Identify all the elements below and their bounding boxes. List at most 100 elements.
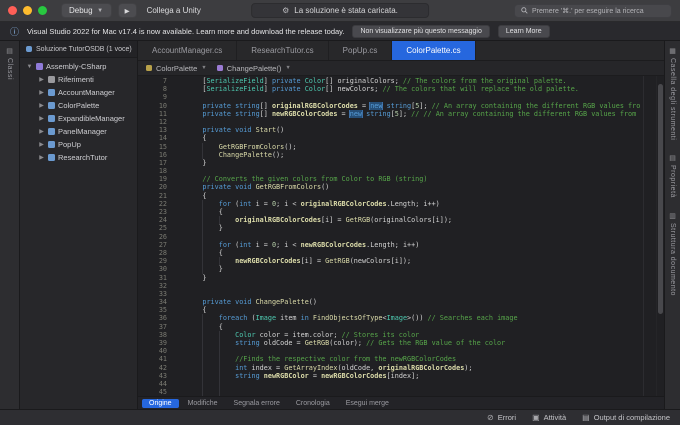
dismiss-notification-button[interactable]: Non visualizzare più questo messaggio [352, 24, 490, 38]
code-line[interactable]: 39 string oldCode = GetRGB(color); // Ge… [138, 339, 656, 348]
zoom-window-button[interactable] [38, 6, 47, 15]
code-line[interactable]: 19 // Converts the given colors from Col… [138, 175, 656, 183]
code-line[interactable]: 21 { [138, 192, 656, 200]
code-line[interactable]: 8 [SerializeField] private Color[] newCo… [138, 85, 656, 93]
code-line[interactable]: 26 [138, 232, 656, 241]
token: for [218, 199, 232, 208]
line-number: 43 [158, 371, 167, 380]
token: (); [271, 150, 285, 159]
dock-pad-right[interactable]: ▥ Struttura documento [669, 212, 676, 296]
code-line[interactable]: 7 [SerializeField] private Color[] origi… [138, 77, 656, 85]
code-line[interactable]: 18 [138, 167, 656, 175]
line-number: 16 [158, 150, 167, 159]
code-line[interactable]: 44 [138, 379, 656, 389]
tree-item-label: Riferimenti [58, 75, 94, 84]
token: () [276, 126, 285, 135]
line-number: 44 [158, 379, 167, 388]
code-line[interactable]: 14 { [138, 134, 656, 142]
code-line[interactable]: 37 { [138, 322, 656, 331]
code-line[interactable]: 17 } [138, 159, 656, 167]
code-line[interactable]: 29 newRGBColorCodes[i] = GetRGB(newColor… [138, 257, 656, 266]
token: // The colors that will replace the old … [382, 85, 579, 94]
editor-tab[interactable]: PopUp.cs [329, 41, 393, 60]
statusbar-item-output-di-compilazione[interactable]: ▤ Output di compilazione [582, 413, 670, 422]
vc-tab-origine[interactable]: Origine [142, 398, 179, 408]
vc-tab-modifiche[interactable]: Modifiche [181, 399, 225, 408]
code-line[interactable]: 34 private void ChangePalette() [138, 298, 656, 306]
tree-item-expandiblemanager[interactable]: ▶ ExpandibleManager [20, 112, 137, 125]
code-line[interactable]: 42 int index = GetArrayIndex(oldCode, or… [138, 363, 656, 372]
run-target-label[interactable]: Collega a Unity [147, 6, 201, 15]
token: (); [284, 142, 297, 151]
chevron-right-icon: ▶ [39, 116, 44, 122]
code-editor[interactable]: 7 [SerializeField] private Color[] origi… [138, 76, 664, 396]
code-text: private void Start() [172, 126, 656, 134]
learn-more-button[interactable]: Learn More [497, 24, 550, 38]
version-control-tabs: Origine Modifiche Segnala errore Cronologia… [138, 396, 664, 409]
dock-pad-right[interactable]: ▦ Casella degli strumenti [669, 47, 676, 140]
code-line[interactable]: 15 GetRGBFromColors(); [138, 142, 656, 151]
debug-configuration-dropdown[interactable]: Debug ▼ [61, 3, 112, 18]
code-line[interactable]: 38 Color color = item.color; // Stores i… [138, 330, 656, 339]
code-line[interactable]: 9 [138, 93, 656, 101]
token: oldCode = [259, 339, 305, 347]
token: string [235, 339, 260, 347]
pad-label: Proprietà [669, 165, 676, 199]
editor-scrollbar[interactable] [656, 76, 664, 396]
gear-icon: ⚙ [282, 6, 290, 15]
editor-tab[interactable]: AccountManager.cs [138, 41, 238, 60]
token: void [235, 183, 252, 192]
code-line[interactable]: 45 [138, 388, 656, 396]
code-line[interactable]: 28 { [138, 248, 656, 258]
tree-item-popup[interactable]: ▶ PopUp [20, 138, 137, 151]
code-line[interactable]: 20 private void GetRGBFromColors() [138, 183, 656, 191]
code-line[interactable]: 16 ChangePalette(); [138, 150, 656, 159]
editor-tab[interactable]: ColorPalette.cs [392, 41, 476, 60]
code-line[interactable]: 41 //Finds the respective color from the… [138, 355, 656, 364]
editor-tab[interactable]: ResearchTutor.cs [237, 41, 329, 60]
code-line[interactable]: 33 [138, 290, 656, 298]
tree-item-assembly-csharp[interactable]: ▼ Assembly-CSharp [20, 60, 137, 73]
scrollbar-thumb[interactable] [658, 84, 663, 314]
dock-pad-right[interactable]: ▤ Proprietà [669, 154, 676, 198]
code-line[interactable]: 40 [138, 347, 656, 356]
breadcrumb-item[interactable]: ChangePalette() ▼ [216, 64, 291, 73]
code-line[interactable]: 27 for (int i = 0; i < newRGBColorCodes.… [138, 240, 656, 249]
tree-item-researchtutor[interactable]: ▶ ResearchTutor [20, 151, 137, 164]
tree-item-accountmanager[interactable]: ▶ AccountManager [20, 86, 137, 99]
code-line[interactable]: 32 [138, 282, 656, 290]
global-search-input[interactable]: Premere '⌘.' per eseguire la ricerca [514, 3, 672, 18]
indent-guide [218, 363, 220, 372]
vc-tab-segnala-errore[interactable]: Segnala errore [227, 399, 287, 408]
code-line[interactable]: 22 for (int i = 0; i < originalRGBColorC… [138, 199, 656, 208]
code-line[interactable]: 13 private void Start() [138, 126, 656, 134]
statusbar-item-attività[interactable]: ▣ Attività [532, 413, 566, 422]
code-line[interactable]: 11 private string[] newRGBColorCodes = n… [138, 109, 656, 118]
run-button[interactable]: ▶ [117, 3, 137, 18]
tree-item-panelmanager[interactable]: ▶ PanelManager [20, 125, 137, 138]
code-line[interactable]: 43 string newRGBColor = newRGBColorCodes… [138, 371, 656, 380]
code-line[interactable]: 12 [138, 118, 656, 126]
token: ChangePalette [218, 150, 272, 159]
code-line[interactable]: 36 foreach (Image item in FindObjectsOfT… [138, 314, 656, 323]
dock-pad-left[interactable]: ▤ Classi [6, 47, 13, 80]
indent-guide [202, 232, 204, 241]
code-line[interactable]: 30 } [138, 265, 656, 274]
minimize-window-button[interactable] [23, 6, 32, 15]
code-line[interactable]: 31 } [138, 274, 656, 282]
statusbar-item-errori[interactable]: ⊘ Errori [487, 413, 516, 422]
vc-tab-esegui-merge[interactable]: Esegui merge [339, 399, 396, 408]
solution-pad-header[interactable]: Soluzione TutorOSDB (1 voce) [20, 41, 137, 58]
tree-item-colorpalette[interactable]: ▶ ColorPalette [20, 99, 137, 112]
close-window-button[interactable] [8, 6, 17, 15]
code-line[interactable]: 24 originalRGBColorCodes[i] = GetRGB(ori… [138, 216, 656, 225]
tree-item-riferimenti[interactable]: ▶ Riferimenti [20, 73, 137, 86]
breadcrumb-item[interactable]: ColorPalette ▼ [146, 64, 207, 73]
code-line[interactable]: 23 { [138, 208, 656, 217]
token: Color [235, 330, 256, 339]
code-line[interactable]: 35 { [138, 306, 656, 314]
code-line[interactable]: 10 private string[] originalRGBColorCode… [138, 101, 656, 110]
vc-tab-cronologia[interactable]: Cronologia [289, 399, 337, 408]
code-line[interactable]: 25 } [138, 224, 656, 233]
